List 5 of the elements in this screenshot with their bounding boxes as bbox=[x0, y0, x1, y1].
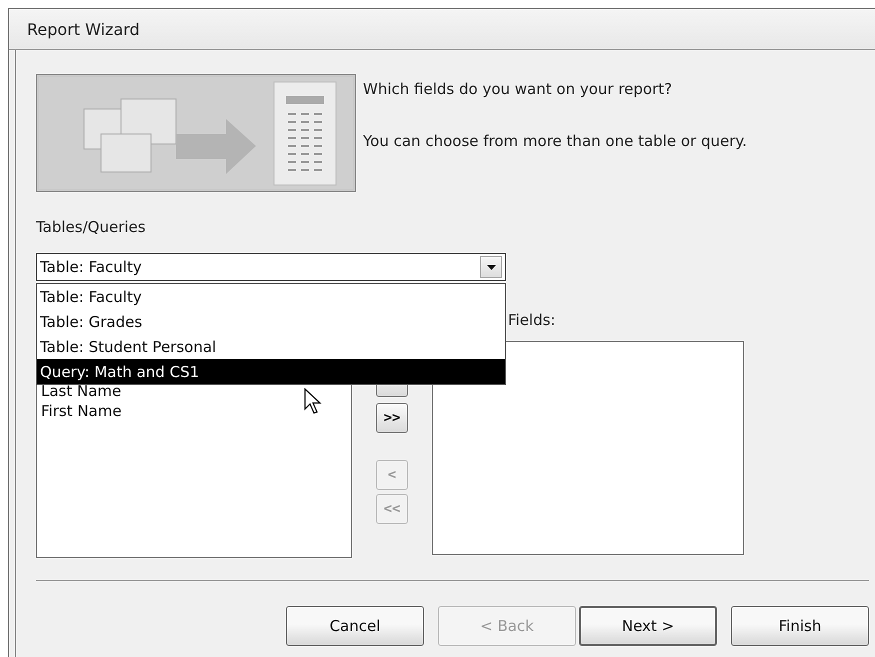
tables-queries-label: Tables/Queries bbox=[36, 218, 147, 236]
instruction-text: You can choose from more than one table or query. bbox=[363, 132, 747, 150]
selected-fields-label: Fields: bbox=[508, 311, 556, 329]
instruction-text: Which fields do you want on your report? bbox=[363, 80, 674, 98]
window-title: Report Wizard bbox=[27, 20, 140, 38]
